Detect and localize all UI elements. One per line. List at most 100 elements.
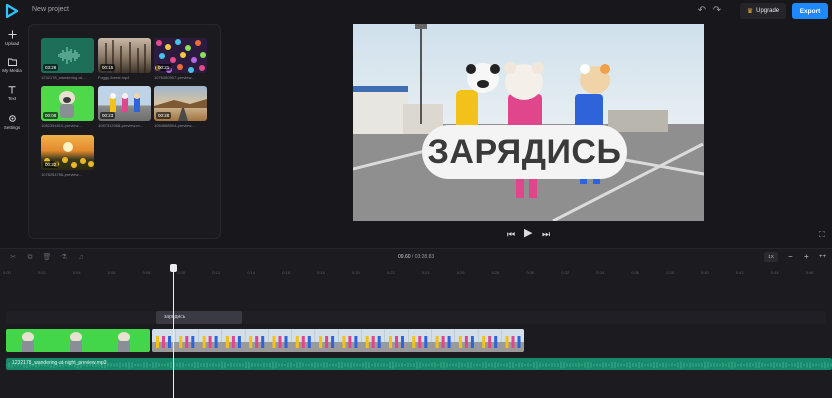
ruler-tick-label: 0:22 (386, 270, 395, 275)
media-thumbnail-sunflower[interactable]: 00:22 (41, 135, 94, 170)
sidebar-item-my-media[interactable]: My Media (0, 58, 24, 73)
media-filename: 1076380907-preview... (154, 75, 195, 80)
media-filename: 1232178_wandering-at-... (41, 75, 87, 80)
sidebar-item-settings[interactable]: Settings (0, 114, 24, 130)
filmstrip-frame (454, 329, 478, 352)
ruler-tick-label: 0:00 (3, 270, 11, 275)
plus-icon (8, 30, 16, 39)
zoom-max-icon[interactable]: ++ (819, 252, 826, 262)
upgrade-button[interactable]: ♛ Upgrade (740, 3, 786, 19)
upgrade-label: Upgrade (756, 8, 780, 14)
ruler-tick-label: 0:24 (421, 270, 430, 275)
playhead-line[interactable] (173, 266, 174, 398)
ruler-tick-label: 0:04 (72, 270, 81, 275)
filmstrip-frame (268, 329, 292, 352)
media-thumbnail-audio[interactable]: 03:28 (41, 38, 94, 73)
ruler-tick-label: 0:32 (561, 270, 570, 275)
sidebar-item-text[interactable]: Text (0, 86, 24, 101)
play-icon[interactable]: ▶ (524, 228, 532, 239)
timecode: 09.60 / 03:28.83 (398, 254, 434, 260)
filmstrip-frame (385, 329, 408, 352)
filmstrip-frame (291, 329, 315, 352)
duration-badge: 00:28 (156, 112, 172, 119)
folder-icon (7, 58, 17, 66)
top-bar: New project ↶ ↷ ♛ Upgrade Export (0, 0, 832, 24)
filmstrip-frame (338, 329, 362, 352)
duration-badge: 00:23 (100, 112, 116, 119)
filmstrip-frame (245, 329, 269, 352)
total-time: 03:28.83 (414, 254, 435, 260)
redo-icon[interactable]: ↷ (711, 5, 723, 17)
filmstrip-frame (361, 329, 385, 352)
project-title[interactable]: New project (32, 6, 69, 13)
zoom-fit-button[interactable]: 1X (764, 252, 778, 262)
undo-icon[interactable]: ↶ (696, 5, 708, 17)
delete-icon[interactable]: 🗑 (42, 253, 52, 262)
ruler-tick-label: 0:14 (247, 270, 256, 275)
media-filename: 1054868504-preview.... (154, 123, 196, 128)
fullscreen-icon[interactable]: ⛶ (819, 230, 825, 240)
ruler-tick-label: 0:20 (352, 270, 360, 275)
sidebar-item-label: Text (7, 96, 17, 101)
media-filename: Foggy-forest.mp4 (98, 75, 130, 80)
ruler-tick-label: 0:10 (177, 270, 186, 275)
ruler-tick-label: 0:16 (282, 270, 290, 275)
ruler-tick-label: 0:28 (491, 270, 500, 275)
filter-icon[interactable]: ⚗ (59, 253, 69, 262)
copy-icon[interactable]: ⧉ (25, 253, 35, 262)
video-clip-dancers[interactable] (152, 329, 524, 352)
media-thumbnail-green-screen[interactable]: 00:08 (41, 86, 94, 121)
ruler-tick-label: 0:36 (631, 270, 639, 275)
zoom-out-icon[interactable]: − (788, 252, 793, 262)
ruler-tick-label: 0:26 (456, 270, 465, 275)
filmstrip-frame (152, 329, 175, 352)
duration-badge: 00:08 (43, 112, 59, 119)
time-ruler[interactable]: 0:00 0:02 0:04 0:06 0:08 0:10 0:12 0:14 0:16 0:18… (0, 267, 832, 277)
filmstrip-frame (221, 329, 245, 352)
ruler-tick-label: 0:12 (212, 270, 221, 275)
playhead-handle[interactable] (170, 264, 177, 272)
timeline-panel: ✂ ⧉ 🗑 ⚗ ♫ 09.60 / 03:28.83 1X − + ++ 0:0… (0, 248, 832, 398)
sidebar: Upload My Media Text Settings (0, 24, 24, 244)
caption-text-overlay[interactable]: ЗАРЯДИСЬ (422, 125, 627, 179)
sidebar-item-upload[interactable]: Upload (0, 30, 24, 46)
time-separator: / (411, 254, 414, 260)
audio-clip[interactable]: 1232178_wandering-at-night_preview.mp3 (6, 358, 832, 370)
text-icon (8, 86, 16, 94)
ruler-tick-label: 0:18 (317, 270, 325, 275)
ruler-tick-label: 0:06 (107, 270, 116, 275)
crown-icon: ♛ (746, 8, 754, 15)
filmstrip-frame (501, 329, 524, 352)
duration-badge: 00:22 (43, 161, 59, 168)
media-thumbnail-forest[interactable]: 00:15 (98, 38, 151, 73)
zoom-in-icon[interactable]: + (804, 252, 809, 262)
ruler-tick-label: 0:30 (526, 270, 535, 275)
filmstrip-frame (175, 329, 199, 352)
media-library-panel: 03:28 00:15 00:21 1232178_wandering-at-.… (28, 24, 221, 239)
preview-frame-image (353, 24, 704, 221)
current-time: 09.60 (398, 254, 411, 260)
video-clip-green-screen[interactable] (6, 329, 150, 352)
split-icon[interactable]: ✂ (8, 253, 18, 262)
export-button[interactable]: Export (792, 3, 828, 19)
media-thumbnail-confetti[interactable]: 00:21 (154, 38, 207, 73)
skip-forward-icon[interactable]: ⏭ (542, 229, 550, 239)
gear-icon (8, 115, 16, 122)
audio-detach-icon[interactable]: ♫ (76, 253, 86, 262)
duration-badge: 00:21 (156, 64, 172, 71)
audio-clip-label: 1232178_wandering-at-night_preview.mp3 (12, 360, 107, 366)
sidebar-item-label: Upload (4, 41, 20, 46)
sidebar-item-label: My Media (2, 68, 22, 73)
filmstrip-frame (478, 329, 502, 352)
media-thumbnail-desert[interactable]: 00:28 (154, 86, 207, 121)
ruler-tick-label: 0:40 (701, 270, 709, 275)
filmstrip-frame (408, 329, 432, 352)
app-logo-icon[interactable] (5, 4, 19, 18)
duration-badge: 00:15 (100, 64, 116, 71)
ruler-tick-label: 0:44 (770, 270, 779, 275)
duration-badge: 03:28 (43, 64, 59, 71)
text-clip[interactable]: зарядись (156, 311, 242, 324)
media-thumbnail-dancers[interactable]: 00:23 (98, 86, 151, 121)
video-preview[interactable]: ЗАРЯДИСЬ (353, 24, 704, 221)
skip-back-icon[interactable]: ⏮ (507, 229, 515, 239)
